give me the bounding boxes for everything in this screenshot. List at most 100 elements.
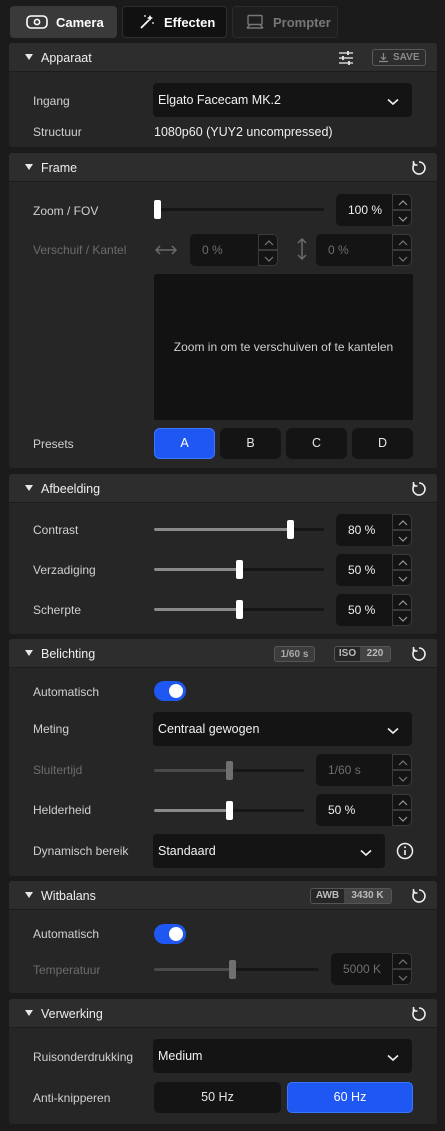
preset-d-button[interactable]: D — [352, 428, 413, 459]
slider-thumb[interactable] — [236, 600, 243, 619]
increment-button[interactable] — [392, 554, 412, 570]
tab-prompter[interactable]: Prompter — [232, 6, 338, 38]
decrement-button[interactable] — [258, 250, 278, 266]
increment-button[interactable] — [258, 234, 278, 250]
frame-preview[interactable]: Zoom in om te verschuiven of te kantelen — [154, 274, 413, 420]
temperature-stepper[interactable]: 5000 K — [331, 953, 412, 985]
slider-thumb[interactable] — [226, 801, 233, 820]
awb-badge-label: AWB — [311, 889, 344, 903]
preview-hint: Zoom in om te verschuiven of te kantelen — [173, 340, 394, 354]
pan-value: 0 % — [202, 243, 223, 257]
slider-thumb[interactable] — [154, 200, 161, 219]
shutter-label: Sluitertijd — [33, 763, 83, 777]
decrement-button[interactable] — [392, 530, 412, 546]
shutter-badge: 1/60 s — [274, 646, 315, 662]
collapse-triangle-icon[interactable] — [25, 54, 33, 60]
temperature-slider[interactable] — [154, 960, 319, 979]
save-button[interactable]: SAVE — [372, 49, 426, 66]
section-title: Apparaat — [41, 51, 92, 65]
dynamic-range-label: Dynamisch bereik — [33, 844, 129, 858]
decrement-button[interactable] — [392, 770, 412, 786]
preset-a-button[interactable]: A — [154, 428, 215, 459]
increment-button[interactable] — [392, 794, 412, 810]
slider-thumb[interactable] — [287, 520, 294, 539]
shutter-slider[interactable] — [154, 761, 304, 780]
decrement-button[interactable] — [392, 210, 412, 226]
reset-icon[interactable] — [411, 160, 427, 176]
reset-icon[interactable] — [411, 888, 427, 904]
saturation-stepper[interactable]: 50 % — [336, 554, 412, 586]
decrement-button[interactable] — [392, 610, 412, 626]
collapse-triangle-icon[interactable] — [25, 164, 33, 170]
collapse-triangle-icon[interactable] — [25, 892, 33, 898]
dynamic-range-value: Standaard — [158, 844, 216, 858]
reset-icon[interactable] — [411, 1006, 427, 1022]
contrast-slider[interactable] — [154, 520, 324, 539]
section-witbalans: Witbalans AWB 3430 K Automatisch Tempera… — [9, 881, 437, 993]
increment-button[interactable] — [392, 234, 412, 250]
auto-wb-toggle[interactable] — [154, 924, 186, 944]
decrement-button[interactable] — [392, 250, 412, 266]
metering-label: Meting — [33, 722, 70, 736]
noise-reduction-select[interactable]: Medium — [153, 1039, 412, 1073]
tab-effecten[interactable]: Effecten — [122, 6, 227, 38]
collapse-triangle-icon[interactable] — [25, 485, 33, 491]
decrement-button[interactable] — [392, 969, 412, 985]
decrement-button[interactable] — [392, 570, 412, 586]
metering-select[interactable]: Centraal gewogen — [153, 712, 412, 746]
section-belichting-header[interactable]: Belichting 1/60 s ISO 220 — [9, 639, 437, 668]
format-label: Structuur — [33, 125, 82, 139]
brightness-slider[interactable] — [154, 801, 304, 820]
tab-camera[interactable]: Camera — [10, 6, 117, 38]
chevron-down-icon — [360, 846, 372, 860]
reset-icon[interactable] — [411, 646, 427, 662]
sharpness-value: 50 % — [348, 603, 376, 617]
section-verwerking-header[interactable]: Verwerking — [9, 999, 437, 1028]
slider-thumb[interactable] — [228, 960, 236, 979]
collapse-triangle-icon[interactable] — [25, 650, 33, 656]
brightness-value: 50 % — [328, 803, 356, 817]
increment-button[interactable] — [392, 194, 412, 210]
flicker-50hz-button[interactable]: 50 Hz — [154, 1082, 281, 1113]
brightness-stepper[interactable]: 50 % — [316, 794, 412, 826]
horizontal-arrows-icon — [154, 244, 178, 259]
chevron-down-icon — [387, 724, 399, 738]
download-icon — [378, 52, 389, 66]
info-icon[interactable] — [396, 842, 414, 863]
decrement-button[interactable] — [392, 810, 412, 826]
preset-c-button[interactable]: C — [286, 428, 347, 459]
increment-button[interactable] — [392, 953, 412, 969]
sharpness-slider[interactable] — [154, 600, 324, 619]
zoom-slider[interactable] — [154, 200, 324, 219]
section-afbeelding-header[interactable]: Afbeelding — [9, 474, 437, 503]
section-verwerking: Verwerking Ruisonderdrukking Medium Anti… — [9, 999, 437, 1124]
input-select[interactable]: Elgato Facecam MK.2 — [153, 83, 412, 117]
pan-stepper[interactable]: 0 % — [190, 234, 278, 266]
zoom-stepper[interactable]: 100 % — [336, 194, 412, 226]
iso-badge-label: ISO — [335, 647, 360, 661]
reset-icon[interactable] — [411, 481, 427, 497]
preset-b-button[interactable]: B — [220, 428, 281, 459]
increment-button[interactable] — [392, 594, 412, 610]
auto-exposure-toggle[interactable] — [154, 681, 186, 701]
slider-thumb[interactable] — [236, 560, 243, 579]
increment-button[interactable] — [392, 514, 412, 530]
contrast-stepper[interactable]: 80 % — [336, 514, 412, 546]
noise-reduction-value: Medium — [158, 1049, 203, 1063]
section-title: Afbeelding — [41, 482, 101, 496]
increment-button[interactable] — [392, 754, 412, 770]
iso-badge: ISO 220 — [334, 646, 391, 662]
sliders-settings-icon[interactable] — [338, 50, 354, 69]
collapse-triangle-icon[interactable] — [25, 1010, 33, 1016]
saturation-slider[interactable] — [154, 560, 324, 579]
section-apparaat-header[interactable]: Apparaat SAVE — [9, 43, 437, 72]
section-frame-header[interactable]: Frame — [9, 153, 437, 182]
section-title: Belichting — [41, 647, 96, 661]
sharpness-stepper[interactable]: 50 % — [336, 594, 412, 626]
dynamic-range-select[interactable]: Standaard — [153, 834, 385, 868]
flicker-60hz-button[interactable]: 60 Hz — [287, 1082, 413, 1113]
shutter-stepper[interactable]: 1/60 s — [316, 754, 412, 786]
slider-thumb[interactable] — [226, 761, 233, 780]
tilt-stepper[interactable]: 0 % — [316, 234, 412, 266]
section-witbalans-header[interactable]: Witbalans AWB 3430 K — [9, 881, 437, 910]
